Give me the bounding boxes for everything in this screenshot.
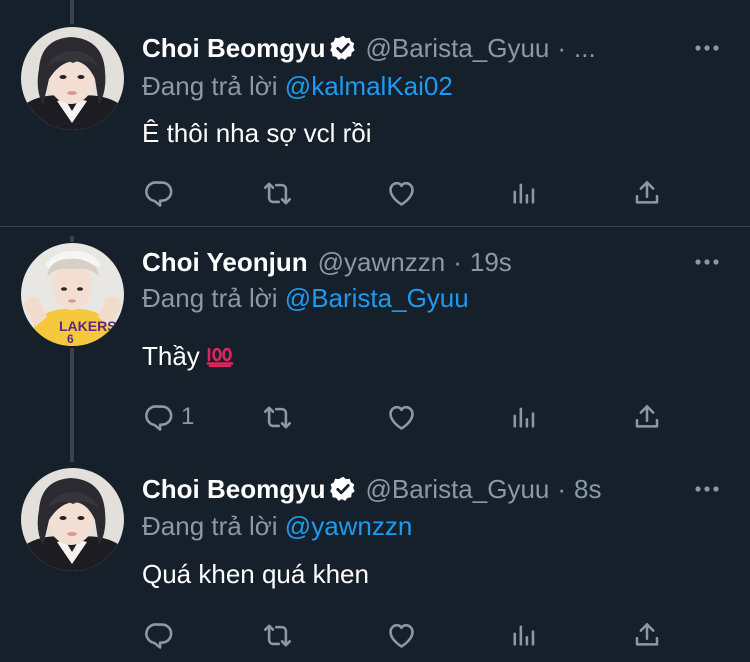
retweet-button[interactable] <box>260 400 295 434</box>
share-button[interactable] <box>632 176 662 210</box>
avatar[interactable] <box>21 27 124 130</box>
hundred-points-emoji-icon <box>206 342 234 374</box>
display-name[interactable]: Choi Beomgyu <box>142 473 325 505</box>
like-button[interactable] <box>385 176 418 210</box>
display-name[interactable]: Choi Yeonjun <box>142 246 308 278</box>
like-icon <box>385 620 418 651</box>
share-icon <box>632 178 662 208</box>
tweet-actions: 1 <box>142 400 662 434</box>
separator-dot: · <box>557 474 567 504</box>
display-name[interactable]: Choi Beomgyu <box>142 32 325 64</box>
reply-button[interactable] <box>144 618 181 652</box>
svg-text:6: 6 <box>67 332 74 346</box>
like-button[interactable] <box>385 400 418 434</box>
replying-to-link[interactable]: @Barista_Gyuu <box>285 283 469 313</box>
share-icon <box>632 620 662 650</box>
tweet[interactable]: LAKERS 6 Choi Yeonjun @yawnzzn · 19s Đan… <box>0 227 750 455</box>
retweet-icon <box>260 402 295 433</box>
more-options-icon[interactable] <box>694 32 720 64</box>
replying-to: Đang trả lời @kalmalKai02 <box>142 70 453 102</box>
reply-icon <box>144 620 175 651</box>
tweet-text: Ê thôi nha sợ vcl rồi <box>142 118 372 148</box>
retweet-button[interactable] <box>260 618 295 652</box>
tweet-text: Thầy <box>142 340 234 374</box>
user-handle[interactable]: @Barista_Gyuu <box>365 473 549 505</box>
replying-to-label: Đang trả lời <box>142 71 278 101</box>
timestamp[interactable]: 8s <box>574 473 601 505</box>
verified-badge-icon <box>329 34 357 62</box>
analytics-button[interactable] <box>510 400 538 434</box>
tweet-actions <box>142 176 662 210</box>
share-button[interactable] <box>632 400 662 434</box>
replying-to: Đang trả lời @Barista_Gyuu <box>142 282 469 314</box>
tweet[interactable]: Choi Beomgyu @Barista_Gyuu · ... Đang tr… <box>0 0 750 226</box>
analytics-button[interactable] <box>510 176 538 210</box>
analytics-icon <box>510 403 538 431</box>
like-icon <box>385 402 418 433</box>
tweet-text: Quá khen quá khen <box>142 559 369 589</box>
analytics-icon <box>510 621 538 649</box>
avatar[interactable] <box>21 468 124 571</box>
like-button[interactable] <box>385 618 418 652</box>
tweet[interactable]: Choi Beomgyu @Barista_Gyuu · 8s Đang trả… <box>0 455 750 662</box>
replying-to-link[interactable]: @yawnzzn <box>285 511 413 541</box>
analytics-button[interactable] <box>510 618 538 652</box>
user-handle[interactable]: @Barista_Gyuu <box>365 32 549 64</box>
timestamp[interactable]: 19s <box>470 246 512 278</box>
tweet-thread: Choi Beomgyu @Barista_Gyuu · ... Đang tr… <box>0 0 750 662</box>
share-button[interactable] <box>632 618 662 652</box>
user-handle[interactable]: @yawnzzn <box>318 246 446 278</box>
more-options-icon[interactable] <box>694 473 720 505</box>
timestamp[interactable]: ... <box>574 32 596 64</box>
like-icon <box>385 178 418 209</box>
share-icon <box>632 402 662 432</box>
avatar[interactable]: LAKERS 6 <box>21 243 124 346</box>
separator-dot: · <box>453 247 462 277</box>
replying-to-label: Đang trả lời <box>142 283 278 313</box>
verified-badge-icon <box>329 475 357 503</box>
reply-button[interactable] <box>144 176 181 210</box>
tweet-actions <box>142 618 662 652</box>
tweet-header: Choi Beomgyu @Barista_Gyuu · ... <box>142 32 730 64</box>
replying-to: Đang trả lời @yawnzzn <box>142 510 412 542</box>
more-options-icon[interactable] <box>694 246 720 278</box>
reply-button[interactable]: 1 <box>144 400 194 434</box>
reply-icon <box>144 178 175 209</box>
replying-to-link[interactable]: @kalmalKai02 <box>285 71 453 101</box>
tweet-header: Choi Beomgyu @Barista_Gyuu · 8s <box>142 473 730 505</box>
tweet-header: Choi Yeonjun @yawnzzn · 19s <box>142 246 730 278</box>
analytics-icon <box>510 179 538 207</box>
separator-dot: · <box>557 33 567 63</box>
reply-icon <box>144 402 175 433</box>
reply-count: 1 <box>181 403 195 430</box>
retweet-button[interactable] <box>260 176 295 210</box>
retweet-icon <box>260 178 295 209</box>
retweet-icon <box>260 620 295 651</box>
tweet-text-content: Thầy <box>142 341 200 371</box>
replying-to-label: Đang trả lời <box>142 511 278 541</box>
